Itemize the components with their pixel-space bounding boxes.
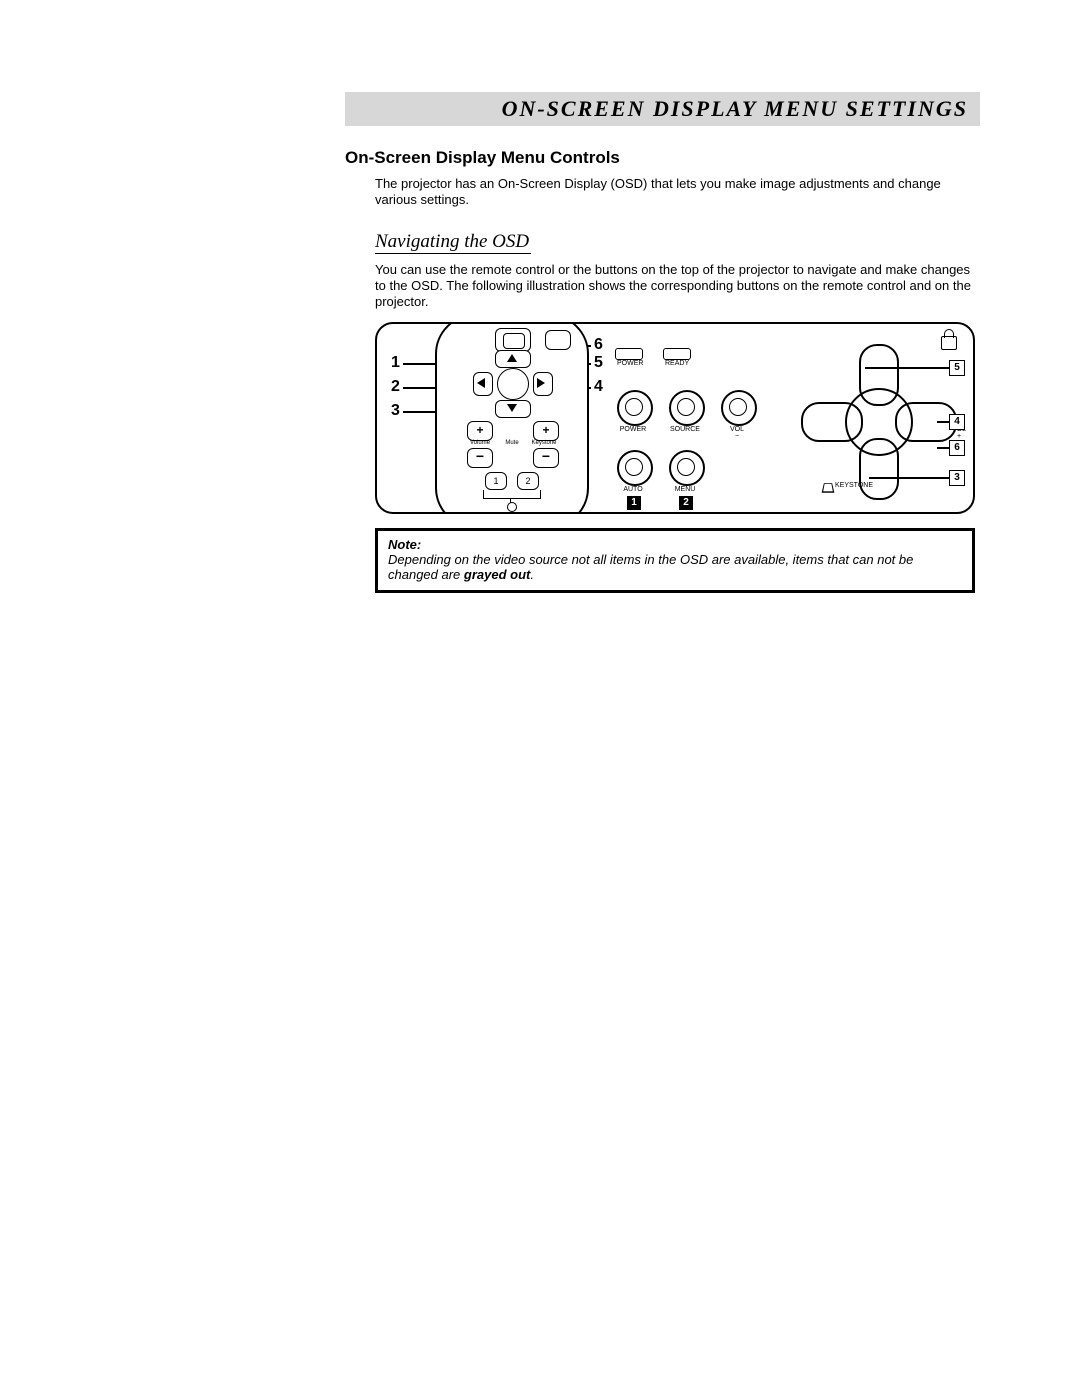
leader-line — [869, 477, 949, 479]
callout-2: 2 — [391, 378, 400, 396]
remote-volume-plus[interactable]: + — [467, 421, 493, 441]
note-text-strong: grayed out — [464, 567, 530, 582]
note-box: Note: Depending on the video source not … — [375, 528, 975, 593]
source-bracket-dot — [507, 502, 517, 512]
leader-line — [937, 447, 949, 449]
panel-dpad — [797, 340, 957, 500]
remote-keystone-plus[interactable]: + — [533, 421, 559, 441]
panel-menu-button[interactable] — [669, 450, 705, 486]
callout-3: 3 — [391, 402, 400, 420]
panel-volminus-label: VOL − — [721, 426, 753, 440]
document-page: ON-SCREEN DISPLAY MENU SETTINGS On-Scree… — [0, 0, 1080, 1397]
panel-auto-button[interactable] — [617, 450, 653, 486]
ready-led — [663, 348, 691, 360]
power-led — [615, 348, 643, 360]
remote-control: Menu Enter + − + − Volume Mute Keystone … — [435, 322, 589, 514]
ready-led-label: READY — [665, 360, 689, 367]
power-led-label: POWER — [617, 360, 643, 367]
subsection-title: Navigating the OSD — [375, 231, 531, 254]
remote-menu-button[interactable] — [495, 328, 531, 352]
chapter-title: ON-SCREEN DISPLAY MENU SETTINGS — [502, 96, 968, 121]
section-intro: The projector has an On-Screen Display (… — [375, 176, 980, 209]
panel-source-label: SOURCE — [669, 426, 701, 433]
remote-dpad-center[interactable] — [497, 368, 529, 400]
note-label: Note: — [388, 537, 962, 552]
projector-top-panel: POWER READY POWER SOURCE VOL − AUTO MENU… — [597, 330, 969, 508]
remote-keystone-label: Keystone — [529, 440, 559, 446]
panel-callout-4: 4 — [949, 414, 965, 430]
note-body: Depending on the video source not all it… — [388, 552, 962, 582]
panel-callout-6: 6 — [949, 440, 965, 456]
leader-line — [865, 367, 949, 369]
arrow-left-icon — [477, 378, 485, 388]
panel-vol-minus-button[interactable] — [721, 390, 757, 426]
subsection-text: You can use the remote control or the bu… — [375, 262, 980, 311]
remote-keystone-minus[interactable]: − — [533, 448, 559, 468]
remote-source-2[interactable]: 2 — [517, 472, 539, 490]
osd-controls-figure: 1 2 3 6 5 4 Menu Enter + — [375, 322, 975, 514]
section-title: On-Screen Display Menu Controls — [345, 148, 980, 168]
remote-enter-button[interactable] — [545, 330, 571, 350]
keystone-icon — [822, 484, 835, 493]
remote-enter-label: Enter — [543, 322, 573, 325]
panel-keystone-label: KEYSTONE — [835, 482, 873, 489]
arrow-down-icon — [507, 404, 517, 412]
panel-callout-2: 2 — [679, 496, 693, 510]
panel-callout-5: 5 — [949, 360, 965, 376]
remote-menu-label: Menu — [497, 322, 527, 325]
panel-callout-3: 3 — [949, 470, 965, 486]
remote-mute-label: Mute — [497, 440, 527, 446]
leader-line — [937, 421, 949, 423]
note-text-post: . — [530, 567, 534, 582]
remote-volume-minus[interactable]: − — [467, 448, 493, 468]
panel-power-button[interactable] — [617, 390, 653, 426]
source-bracket — [483, 490, 541, 499]
panel-dpad-center — [845, 388, 913, 456]
arrow-up-icon — [507, 354, 517, 362]
panel-menu-label: MENU — [669, 486, 701, 493]
panel-callout-1: 1 — [627, 496, 641, 510]
panel-source-button[interactable] — [669, 390, 705, 426]
remote-volume-label: Volume — [465, 440, 495, 446]
panel-power-label: POWER — [617, 426, 649, 433]
remote-source-1[interactable]: 1 — [485, 472, 507, 490]
panel-auto-label: AUTO — [617, 486, 649, 493]
chapter-header: ON-SCREEN DISPLAY MENU SETTINGS — [345, 92, 980, 126]
callout-1: 1 — [391, 354, 400, 372]
arrow-right-icon — [537, 378, 545, 388]
